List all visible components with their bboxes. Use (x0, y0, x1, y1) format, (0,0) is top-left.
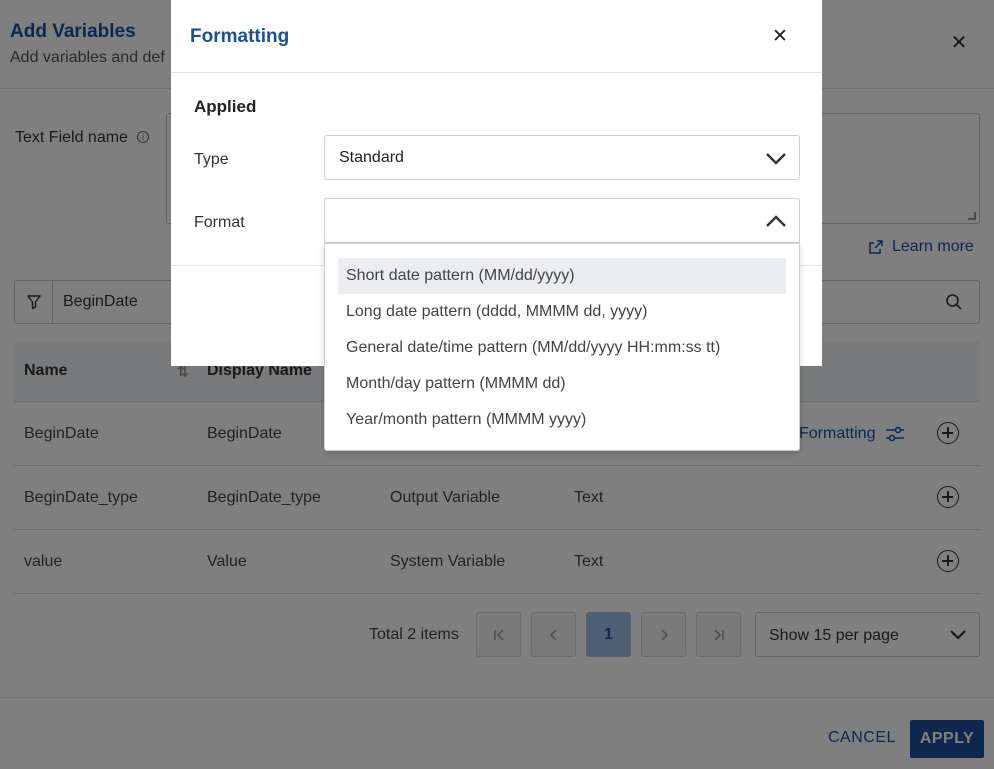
format-select[interactable] (324, 198, 800, 243)
format-option-general-date-time[interactable]: General date/time pattern (MM/dd/yyyy HH… (338, 330, 786, 366)
close-icon[interactable]: ✕ (769, 26, 791, 48)
chevron-down-icon (766, 153, 786, 165)
type-select-value: Standard (339, 149, 404, 166)
modal-title: Formatting (190, 26, 290, 47)
modal-header: Formatting ✕ (171, 0, 822, 73)
section-heading-applied: Applied (194, 97, 257, 116)
type-select[interactable]: Standard (324, 135, 800, 180)
chevron-up-icon (766, 215, 786, 227)
type-label: Type (194, 151, 229, 168)
format-label: Format (194, 214, 245, 231)
format-options-dropdown: Short date pattern (MM/dd/yyyy) Long dat… (324, 243, 800, 451)
format-option-month-day[interactable]: Month/day pattern (MMMM dd) (338, 366, 786, 402)
format-option-short-date[interactable]: Short date pattern (MM/dd/yyyy) (338, 258, 786, 294)
format-option-year-month[interactable]: Year/month pattern (MMMM yyyy) (338, 402, 786, 438)
format-option-long-date[interactable]: Long date pattern (dddd, MMMM dd, yyyy) (338, 294, 786, 330)
